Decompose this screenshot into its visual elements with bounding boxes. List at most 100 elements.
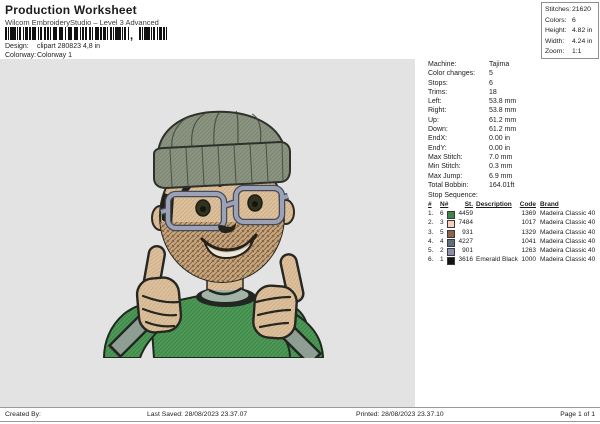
machine-label: Total Bobbin: [428, 181, 469, 189]
footer-page-number: Page 1 of 1 [560, 411, 595, 418]
machine-label: Down: [428, 126, 448, 134]
footer-created-by: Created By: [5, 411, 41, 418]
cell-seq: 3. [428, 228, 434, 236]
machine-row: Trims: 18 [428, 89, 598, 98]
machine-row: EndX: 0.00 in [428, 135, 598, 144]
cell-seq: 4. [428, 237, 434, 245]
cell-needle: 4 [440, 237, 444, 245]
machine-row: Color changes: 5 [428, 70, 598, 79]
machine-value: 7.0 mm [489, 153, 513, 161]
cell-seq: 1. [428, 210, 434, 217]
machine-value: 53.8 mm [489, 98, 517, 106]
design-label: Design: [5, 43, 29, 50]
embroidery-design-avatar [102, 110, 325, 358]
cell-stitches: 3616 [458, 256, 473, 264]
barcode-bars-end [139, 27, 167, 40]
cell-stitches: 7484 [458, 219, 473, 227]
machine-label: Max Jump: [428, 172, 463, 180]
design-canvas [0, 59, 415, 407]
machine-label: EndY: [428, 144, 447, 152]
table-row: 6. 1 3616 Emerald Black 1000 Madeira Cla… [415, 256, 600, 266]
footer-printed: Printed: 28/08/2023 23.37.10 [356, 411, 444, 418]
design-stats-box: Stitches: 21620 Colors: 6 Height: 4.82 in W… [541, 2, 599, 59]
stop-sequence-table: # N# St. Description Code Brand 1. 6 445… [415, 201, 600, 266]
machine-row: Down: 61.2 mm [428, 126, 598, 135]
app-subtitle: Wilcom EmbroideryStudio – Level 3 Advanc… [5, 18, 159, 27]
machine-value: 6.9 mm [489, 172, 513, 180]
machine-value: 5 [489, 70, 493, 78]
stat-label: Height: [545, 27, 567, 34]
page-footer: Created By: Last Saved: 28/08/2023 23.37… [0, 407, 600, 422]
avatar-beanie [153, 110, 291, 190]
stat-value: 1:1 [572, 48, 582, 55]
cell-code: 1263 [521, 247, 536, 255]
stat-label: Stitches: [545, 6, 572, 13]
machine-value: 6 [489, 79, 493, 87]
colorway-label: Colorway: [5, 51, 37, 59]
machine-label: EndX: [428, 135, 448, 143]
col-code: Code [519, 201, 536, 208]
cell-code: 1017 [521, 219, 536, 227]
machine-label: Right: [428, 107, 447, 115]
machine-value: 164.01ft [489, 181, 515, 189]
machine-value: Tajima [489, 61, 510, 68]
stat-label: Width: [545, 37, 565, 45]
stat-value: 21620 [572, 6, 591, 13]
page-title: Production Worksheet [5, 3, 137, 17]
stop-sequence-title: Stop Sequence: [428, 192, 478, 199]
stop-sequence-header: # N# St. Description Code Brand [415, 201, 600, 210]
design-value: clipart 280823 4,8 in [37, 43, 101, 50]
machine-value: 0.00 in [489, 144, 511, 152]
cell-needle: 2 [440, 247, 444, 255]
machine-row: Min Stitch: 0.3 mm [428, 163, 598, 172]
machine-row: Stops: 6 [428, 80, 598, 89]
machine-label: Trims: [428, 88, 448, 96]
machine-row: Left: 53.8 mm [428, 98, 598, 107]
cell-brand: Madeira Classic 40 [540, 256, 596, 264]
cell-seq: 6. [428, 256, 434, 264]
machine-value: 61.2 mm [489, 126, 517, 134]
cell-stitches: 4227 [458, 237, 473, 245]
col-needle: N# [440, 201, 449, 208]
machine-label: Stops: [428, 79, 448, 87]
cell-brand: Madeira Classic 40 [540, 219, 596, 227]
machine-label: Min Stitch: [428, 163, 461, 171]
stat-label: Zoom: [545, 48, 565, 55]
cell-brand: Madeira Classic 40 [540, 210, 596, 217]
machine-details: Machine: Tajima Color changes: 5 Stops: 6 T… [428, 61, 598, 191]
cell-code: 1329 [521, 228, 536, 236]
col-brand: Brand [540, 201, 559, 208]
machine-label: Max Stitch: [428, 153, 463, 161]
table-row: 4. 4 4227 1041 Madeira Classic 40 [415, 238, 600, 247]
design-row: Design: clipart 280823 4,8 in [5, 43, 205, 51]
cell-stitches: 931 [462, 228, 473, 236]
table-row: 1. 6 4459 1369 Madeira Classic 40 [415, 210, 600, 219]
cell-seq: 2. [428, 219, 434, 227]
machine-row: Total Bobbin: 164.01ft [428, 182, 598, 191]
machine-row: Max Jump: 6.9 mm [428, 173, 598, 182]
cell-needle: 5 [440, 228, 444, 236]
stat-label: Colors: [545, 16, 567, 24]
cell-brand: Madeira Classic 40 [540, 237, 596, 245]
design-barcode: , [5, 27, 167, 42]
machine-value: 0.3 mm [489, 163, 513, 171]
cell-stitches: 901 [462, 247, 473, 255]
stat-value: 6 [572, 16, 576, 24]
cell-stitches: 4459 [458, 210, 473, 217]
colorway-value: Colorway 1 [37, 51, 73, 59]
cell-needle: 1 [440, 256, 444, 264]
cell-brand: Madeira Classic 40 [540, 247, 596, 255]
machine-row: Up: 61.2 mm [428, 117, 598, 126]
machine-row: Max Stitch: 7.0 mm [428, 154, 598, 163]
col-stitches: St. [464, 201, 473, 208]
table-row: 2. 3 7484 1017 Madeira Classic 40 [415, 219, 600, 229]
cell-needle: 6 [440, 210, 444, 217]
machine-row: EndY: 0.00 in [428, 145, 598, 154]
footer-last-saved: Last Saved: 28/08/2023 23.37.07 [147, 411, 248, 418]
cell-code: 1000 [521, 256, 536, 264]
table-row: 3. 5 931 1329 Madeira Classic 40 [415, 229, 600, 238]
machine-label: Left: [428, 98, 442, 106]
cell-needle: 3 [440, 219, 444, 227]
cell-code: 1369 [521, 210, 536, 217]
cell-seq: 5. [428, 247, 434, 255]
